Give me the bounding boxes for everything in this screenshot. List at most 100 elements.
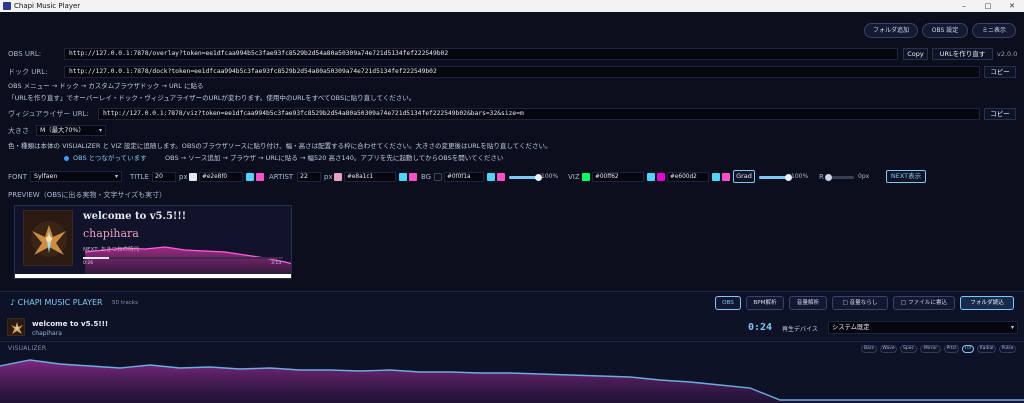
title-color-preset-cyan[interactable] (246, 173, 254, 181)
chevron-down-icon: ▾ (98, 127, 102, 134)
artist-label: ARTIST (269, 173, 294, 181)
preview-time-elapsed: 0:26 (83, 261, 94, 266)
viz-color1-preset-cyan[interactable] (647, 173, 655, 181)
viz-color2-swatch[interactable] (657, 173, 665, 181)
preview-artist: chapihara (83, 227, 139, 240)
viz-label: VIZ (568, 173, 580, 181)
player-brand: ♪ CHAPI MUSIC PLAYER (10, 298, 103, 307)
add-folder-button[interactable]: フォルダ追加 (864, 23, 918, 38)
gradient-toggle-button[interactable]: Grad (733, 170, 755, 183)
now-playing-title: welcome to v5.5!!! (32, 319, 109, 328)
phoenix-art-icon (31, 221, 67, 257)
dock-url-label: ドック URL: (8, 68, 48, 76)
bg-opacity-value: 100% (541, 173, 559, 180)
write-to-file-toggle[interactable]: □ ファイルに書込 (893, 296, 955, 310)
radius-slider[interactable] (825, 174, 854, 181)
chevron-down-icon: ▾ (114, 173, 118, 180)
device-select[interactable]: システム既定 ▾ (828, 321, 1018, 334)
viz-url-field[interactable]: http://127.0.0.1:7878/viz?token=ee1dfcaa… (98, 108, 980, 120)
title-px-label: px (179, 173, 188, 181)
radius-value: 0px (858, 173, 870, 180)
size-label: 大きさ (8, 127, 29, 135)
title-label: TITLE (130, 173, 149, 181)
dock-url-copy-button[interactable]: コピー (984, 66, 1016, 78)
title-size-input[interactable]: 20 (152, 172, 176, 182)
maximize-button[interactable]: □ (976, 0, 1000, 12)
artist-color-preset-cyan[interactable] (399, 173, 407, 181)
viz-color1-swatch[interactable] (582, 173, 590, 181)
connection-status-dot (64, 156, 69, 161)
minimize-button[interactable]: – (952, 0, 976, 12)
window-title: Chapi Music Player (14, 2, 81, 10)
device-label: 再生デバイス (782, 326, 818, 333)
playback-time: 0:24 (748, 322, 773, 333)
window-titlebar: Chapi Music Player – □ ✕ (0, 0, 1024, 12)
artist-color-preset-pink[interactable] (409, 173, 417, 181)
obs-toggle-button[interactable]: OBS (715, 296, 741, 310)
device-select-value: システム既定 (832, 324, 870, 331)
track-count: 50 tracks (112, 300, 139, 306)
preview-label: PREVIEW（OBSに出る実物・文字サイズも実寸） (8, 191, 167, 199)
divider (0, 341, 1024, 342)
dock-url-field[interactable]: http://127.0.0.1:7878/dock?token=ee1dfca… (64, 66, 980, 78)
obs-url-copy-button[interactable]: Copy (903, 48, 928, 60)
viz-url-copy-button[interactable]: コピー (984, 108, 1016, 120)
dock-hint-text: OBS メニュー → ドック → カスタムブラウザドック → URL に貼る (8, 82, 204, 90)
obs-url-field[interactable]: http://127.0.0.1:7878/overlay?token=ee1d… (64, 48, 898, 60)
bg-color-swatch[interactable] (434, 173, 442, 181)
phoenix-thumb-icon (11, 322, 23, 334)
font-select[interactable]: Sylfaen ▾ (30, 171, 122, 182)
connection-status-text: OBS とつながっています (73, 154, 147, 162)
album-art (23, 210, 73, 266)
artist-px-label: px (324, 173, 333, 181)
bg-opacity-slider[interactable] (509, 174, 542, 181)
version-label: v2.0.0 (997, 50, 1018, 58)
title-color-input[interactable]: #e2e8f0 (199, 172, 243, 182)
obs-overlay-preview: welcome to v5.5!!! chapihara NEXT: おきつねの… (14, 205, 292, 279)
obs-settings-button[interactable]: OBS 設定 (922, 23, 968, 38)
preview-next: NEXT: おきつねの時代 (83, 247, 140, 253)
preview-progress-fill (83, 257, 109, 259)
viz-color2-input[interactable]: #e600d2 (667, 172, 709, 182)
volume-normalize-toggle[interactable]: □ 音量ならし (832, 296, 888, 310)
viz-color2-preset-cyan[interactable] (712, 173, 720, 181)
viz-opacity-value: 100% (791, 173, 809, 180)
bg-color-preset-pink[interactable] (497, 173, 505, 181)
preview-time-total: 3:13 (271, 261, 282, 266)
bpm-analyze-button[interactable]: BPM解析 (746, 296, 784, 310)
artist-size-input[interactable]: 22 (297, 172, 321, 182)
font-select-value: Sylfaen (34, 173, 58, 180)
volume-analyze-button[interactable]: 音量解析 (789, 296, 827, 310)
viz-opacity-slider[interactable] (759, 174, 792, 181)
chevron-down-icon: ▾ (1010, 324, 1014, 331)
obs-steps-text: OBS → ソース追加 → ブラウザ → URLに貼る → 幅520 高さ140… (165, 154, 504, 162)
close-button[interactable]: ✕ (1000, 0, 1024, 12)
viz-color2-preset-pink[interactable] (722, 173, 730, 181)
size-select[interactable]: M（最大70%） ▾ (36, 125, 106, 136)
preview-title: welcome to v5.5!!! (83, 211, 187, 222)
bg-color-preset-cyan[interactable] (487, 173, 495, 181)
preview-bottom-bar (15, 274, 291, 278)
viz-url-label: ヴィジュアライザー URL: (8, 110, 89, 118)
radius-knob[interactable] (825, 174, 832, 181)
artist-color-input[interactable]: #e8a1c1 (344, 172, 396, 182)
regenerate-url-button[interactable]: URLを作り直す (932, 48, 993, 60)
visualizer-canvas (0, 359, 1024, 403)
app-icon (3, 2, 11, 10)
size-select-value: M（最大70%） (40, 127, 85, 134)
bg-label: BG (421, 173, 432, 181)
font-label: FONT (8, 173, 28, 181)
viz-color1-input[interactable]: #00ff62 (592, 172, 644, 182)
now-playing-artist: chapihara (32, 330, 62, 337)
title-color-preset-pink[interactable] (256, 173, 264, 181)
load-folder-button[interactable]: フォルダ読込 (960, 296, 1014, 310)
title-color-swatch[interactable] (189, 173, 197, 181)
radius-label: R (819, 173, 824, 181)
artist-color-swatch[interactable] (334, 173, 342, 181)
next-display-button[interactable]: NEXT表示 (886, 170, 926, 183)
regenerate-hint-text: 「URLを作り直す」でオーバーレイ・ドック・ヴィジュアライザーのURLが変わりま… (8, 94, 416, 102)
preview-progress-track (83, 257, 283, 259)
bg-color-input[interactable]: #0f0f1a (444, 172, 484, 182)
viz-hint-text: 色・種類は本体の VISUALIZER と VIZ 設定に追随します。OBSのブ… (8, 142, 552, 150)
mini-view-button[interactable]: ミニ表示 (972, 23, 1016, 38)
